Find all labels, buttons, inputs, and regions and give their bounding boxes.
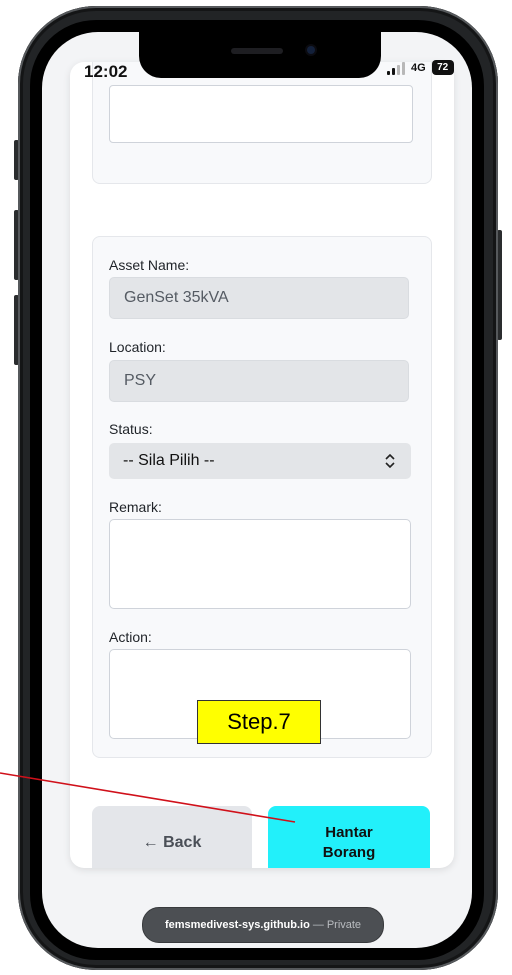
url-visibility: Private [326,919,362,931]
speaker-grille [231,48,283,54]
previous-textarea[interactable] [109,85,413,143]
action-label: Action: [109,629,152,645]
status-select[interactable]: -- Sila Pilih -- [109,443,411,479]
battery-icon: 72 [431,60,454,75]
status-time: 12:02 [84,62,128,81]
phone-screen: 12:02 4G 72 Asset Name: GenSet 35kVA Loc… [42,32,472,948]
asset-form-section: Asset Name: GenSet 35kVA Location: PSY S… [92,236,432,758]
cellular-signal-icon [387,61,405,75]
notch [139,32,381,78]
remark-label: Remark: [109,499,162,515]
stage: 12:02 4G 72 Asset Name: GenSet 35kVA Loc… [0,0,512,975]
step-callout: Step.7 [197,700,321,744]
status-label: Status: [109,421,153,437]
asset-name-label: Asset Name: [109,257,190,273]
network-type: 4G [411,61,426,74]
location-field: PSY [109,360,409,402]
url-separator: — [312,919,324,931]
asset-name-field: GenSet 35kVA [109,277,409,319]
status-select-value: -- Sila Pilih -- [123,452,215,469]
submit-form-button[interactable]: Hantar Borang [268,806,430,868]
submit-form-label: Hantar Borang [322,824,376,861]
previous-section-card [92,62,432,184]
front-camera-icon [307,46,315,54]
browser-url-bar[interactable]: femsmedivest-sys.github.io — Private [142,907,384,943]
chevron-up-down-icon [385,453,395,469]
form-page: Asset Name: GenSet 35kVA Location: PSY S… [70,62,454,868]
back-button[interactable]: ← Back [92,806,252,868]
status-indicators: 4G 72 [387,60,454,75]
remark-textarea[interactable] [109,519,411,609]
url-domain: femsmedivest-sys.github.io [164,919,310,931]
location-label: Location: [109,339,166,355]
